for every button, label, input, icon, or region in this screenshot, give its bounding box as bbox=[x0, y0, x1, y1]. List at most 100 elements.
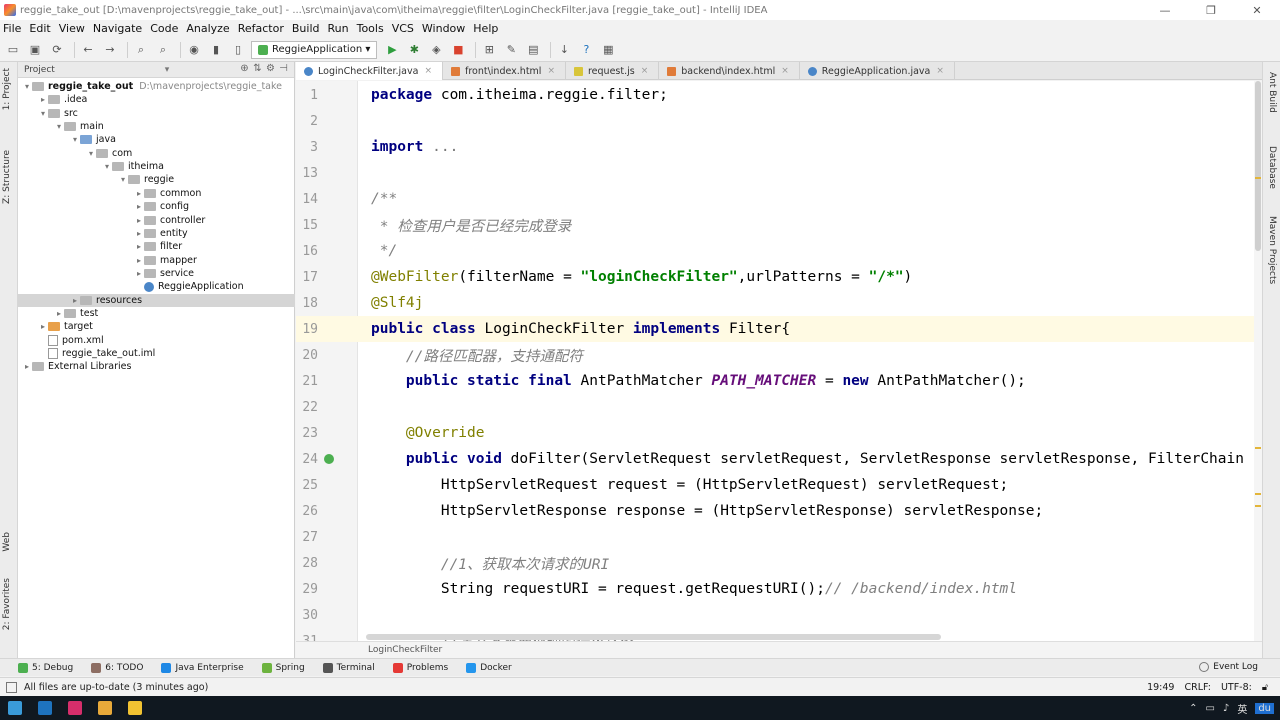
code-line[interactable]: 29 String requestURI = request.getReques… bbox=[296, 576, 1262, 602]
close-icon[interactable]: × bbox=[424, 66, 432, 76]
menu-item-help[interactable]: Help bbox=[473, 22, 498, 35]
close-button[interactable]: ✕ bbox=[1234, 0, 1280, 20]
chevron-right-icon[interactable]: ▸ bbox=[38, 95, 48, 104]
input-language[interactable]: 英 bbox=[1237, 701, 1247, 716]
taskbar-item-intellij[interactable] bbox=[60, 696, 90, 720]
bottom-tab[interactable]: 5: Debug bbox=[18, 662, 73, 673]
taskbar-item-chrome[interactable] bbox=[90, 696, 120, 720]
tree-item[interactable]: ▸ common bbox=[18, 187, 295, 200]
tab-structure[interactable]: Z: Structure bbox=[2, 150, 12, 204]
presentation-icon[interactable]: ▦ bbox=[599, 41, 617, 59]
minimize-button[interactable]: — bbox=[1142, 0, 1188, 20]
bottom-tab[interactable]: Docker bbox=[466, 662, 512, 673]
menu-item-analyze[interactable]: Analyze bbox=[186, 22, 229, 35]
chevron-down-icon[interactable]: ▾ bbox=[54, 122, 64, 131]
code-line[interactable]: 20 //路径匹配器，支持通配符 bbox=[296, 342, 1262, 368]
code-line[interactable]: 15 * 检查用户是否已经完成登录 bbox=[296, 212, 1262, 238]
tree-item[interactable]: ▸ entity bbox=[18, 227, 295, 240]
taskbar-item-start[interactable] bbox=[0, 696, 30, 720]
close-icon[interactable]: × bbox=[641, 66, 649, 76]
menu-item-window[interactable]: Window bbox=[422, 22, 465, 35]
code-line[interactable]: 30 bbox=[296, 602, 1262, 628]
code-line[interactable]: 1 package com.itheima.reggie.filter; bbox=[296, 82, 1262, 108]
code-line[interactable]: 14 /** bbox=[296, 186, 1262, 212]
code-line[interactable]: 17 @WebFilter(filterName = "loginCheckFil… bbox=[296, 264, 1262, 290]
tab-project[interactable]: 1: Project bbox=[2, 68, 12, 110]
caret-position[interactable]: 19:49 bbox=[1147, 682, 1174, 693]
gear-icon[interactable]: ⚙ bbox=[264, 63, 277, 74]
tab-maven-projects[interactable]: Maven Projects bbox=[1267, 216, 1277, 284]
chevron-right-icon[interactable]: ▸ bbox=[54, 309, 64, 318]
warning-marker[interactable] bbox=[1255, 493, 1261, 495]
editor-tab[interactable]: ReggieApplication.java × bbox=[800, 62, 955, 80]
editor-tab[interactable]: backend\index.html × bbox=[659, 62, 800, 80]
bottom-tab[interactable]: Spring bbox=[261, 662, 305, 673]
editor-horizontal-scrollbar[interactable] bbox=[366, 634, 941, 640]
chevron-right-icon[interactable]: ▸ bbox=[134, 269, 144, 278]
tab-ant-build[interactable]: Ant Build bbox=[1267, 72, 1277, 113]
code-line[interactable]: 24 public void doFilter(ServletRequest s… bbox=[296, 446, 1262, 472]
code-line[interactable]: 2 bbox=[296, 108, 1262, 134]
bottom-tab[interactable]: Java Enterprise bbox=[161, 662, 244, 673]
toggle-tool-windows-icon[interactable] bbox=[6, 682, 17, 693]
download-icon[interactable]: ↓ bbox=[555, 41, 573, 59]
scroll-from-source-icon[interactable]: ⊕ bbox=[238, 63, 251, 74]
code-editor[interactable]: 1 package com.itheima.reggie.filter; 2 3 imp… bbox=[296, 81, 1262, 641]
menu-item-edit[interactable]: Edit bbox=[29, 22, 50, 35]
tree-item[interactable]: ▸ service bbox=[18, 267, 295, 280]
cut-icon[interactable]: ▮ bbox=[207, 41, 225, 59]
tab-web[interactable]: Web bbox=[2, 532, 12, 552]
bottom-tab[interactable]: 6: TODO bbox=[91, 662, 143, 673]
copy-icon[interactable]: ▯ bbox=[229, 41, 247, 59]
editor-scrollbar-thumb[interactable] bbox=[1255, 81, 1261, 251]
tree-item[interactable]: ▸ .idea bbox=[18, 93, 295, 106]
editor-tab[interactable]: request.js × bbox=[566, 62, 660, 80]
project-panel-title[interactable]: Project bbox=[24, 65, 55, 75]
menu-item-build[interactable]: Build bbox=[292, 22, 320, 35]
menu-item-refactor[interactable]: Refactor bbox=[238, 22, 284, 35]
code-line[interactable]: 23 @Override bbox=[296, 420, 1262, 446]
chevron-down-icon[interactable]: ▾ bbox=[165, 65, 170, 75]
tree-item[interactable]: ReggieApplication bbox=[18, 280, 295, 293]
debug-icon[interactable]: ✱ bbox=[405, 41, 423, 59]
tree-item[interactable]: ▾ itheima bbox=[18, 160, 295, 173]
network-icon[interactable]: ▭ bbox=[1205, 703, 1214, 714]
warning-marker[interactable] bbox=[1255, 177, 1261, 179]
tree-item[interactable]: ▾ reggie_take_out D:\mavenprojects\reggie_… bbox=[18, 80, 295, 93]
tree-item[interactable]: ▸ External Libraries bbox=[18, 360, 295, 373]
chevron-right-icon[interactable]: ▸ bbox=[22, 362, 32, 371]
tree-item[interactable]: ▸ controller bbox=[18, 214, 295, 227]
help-icon[interactable]: ? bbox=[577, 41, 595, 59]
code-line[interactable]: 18 @Slf4j bbox=[296, 290, 1262, 316]
tree-item[interactable]: ▾ java bbox=[18, 133, 295, 146]
chevron-up-icon[interactable]: ⌃ bbox=[1189, 703, 1197, 714]
code-line[interactable]: 19 public class LoginCheckFilter implemen… bbox=[296, 316, 1262, 342]
close-icon[interactable]: × bbox=[547, 66, 555, 76]
close-icon[interactable]: × bbox=[781, 66, 789, 76]
open-folder-icon[interactable]: ▭ bbox=[4, 41, 22, 59]
code-line[interactable]: 13 bbox=[296, 160, 1262, 186]
structure-icon[interactable]: ⊞ bbox=[480, 41, 498, 59]
taskbar-item-app-1[interactable] bbox=[30, 696, 60, 720]
menu-item-code[interactable]: Code bbox=[150, 22, 178, 35]
volume-icon[interactable]: ♪ bbox=[1223, 703, 1229, 714]
code-line[interactable]: 28 //1、获取本次请求的URI bbox=[296, 550, 1262, 576]
stop-icon[interactable]: ■ bbox=[449, 41, 467, 59]
code-line[interactable]: 26 HttpServletResponse response = (HttpS… bbox=[296, 498, 1262, 524]
code-line[interactable]: 21 public static final AntPathMatcher PA… bbox=[296, 368, 1262, 394]
bottom-tab[interactable]: Problems bbox=[392, 662, 448, 673]
code-line[interactable]: 16 */ bbox=[296, 238, 1262, 264]
run-configuration-select[interactable]: ReggieApplication ▾ bbox=[251, 40, 378, 59]
tree-item[interactable]: ▸ resources bbox=[18, 293, 295, 307]
menu-item-tools[interactable]: Tools bbox=[357, 22, 384, 35]
chevron-down-icon[interactable]: ▾ bbox=[22, 82, 32, 91]
implements-method-icon[interactable] bbox=[324, 454, 334, 464]
run-icon[interactable]: ▶ bbox=[383, 41, 401, 59]
line-separator[interactable]: CRLF: bbox=[1184, 682, 1210, 693]
taskbar-item-explorer[interactable] bbox=[120, 696, 150, 720]
close-icon[interactable]: × bbox=[936, 66, 944, 76]
tree-item[interactable]: ▸ target bbox=[18, 320, 295, 333]
sync-icon[interactable]: ⟳ bbox=[48, 41, 66, 59]
replace-icon[interactable]: ⌕ bbox=[154, 41, 172, 59]
tree-item[interactable]: ▾ src bbox=[18, 107, 295, 120]
